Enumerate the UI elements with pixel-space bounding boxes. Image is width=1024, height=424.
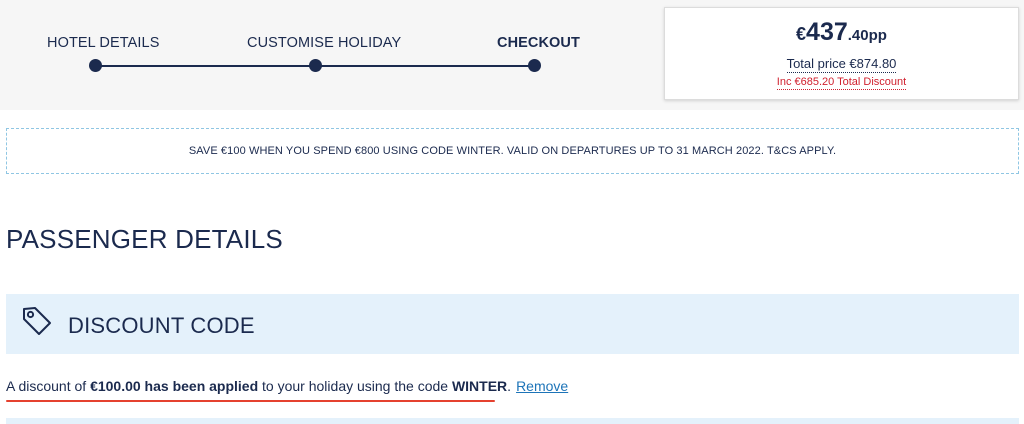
step-customise-holiday-dot[interactable] (309, 59, 322, 72)
step-hotel-details-label[interactable]: HOTEL DETAILS (47, 35, 160, 51)
price-fraction: .40pp (847, 27, 887, 44)
promo-banner: SAVE €100 WHEN YOU SPEND €800 USING CODE… (6, 128, 1019, 174)
total-discount-text[interactable]: Inc €685.20 Total Discount (776, 76, 907, 90)
discount-code-title: DISCOUNT CODE (68, 313, 255, 338)
step-checkout-label: CHECKOUT (497, 35, 580, 51)
step-customise-holiday-label[interactable]: CUSTOMISE HOLIDAY (247, 35, 401, 51)
total-discount[interactable]: Inc €685.20 Total Discount (665, 76, 1018, 90)
price-summary-box: €437.40pp Total price €874.80 Inc €685.2… (664, 7, 1019, 100)
remove-discount-link[interactable]: Remove (516, 378, 568, 394)
discount-applied-message: A discount of €100.00 has been applied t… (6, 378, 568, 394)
price-currency: € (796, 24, 807, 44)
discount-code-value: WINTER (451, 378, 508, 394)
discount-code-panel[interactable]: DISCOUNT CODE (6, 294, 1019, 354)
price-whole: 437 (806, 18, 848, 46)
tag-icon (23, 307, 51, 335)
discount-amount: €100.00 has been applied (90, 378, 259, 394)
booking-progress-stepper: HOTEL DETAILS CUSTOMISE HOLIDAY CHECKOUT (0, 0, 640, 110)
step-checkout-dot (528, 59, 541, 72)
price-per-person: €437.40pp (665, 18, 1018, 47)
page-title: PASSENGER DETAILS (6, 224, 283, 254)
applied-highlight-underline (6, 400, 495, 402)
promo-text: SAVE €100 WHEN YOU SPEND €800 USING CODE… (188, 145, 837, 157)
step-hotel-details-dot[interactable] (89, 59, 102, 72)
discount-message-post: . (507, 378, 512, 394)
discount-message-pre: A discount of (6, 378, 91, 394)
total-price[interactable]: Total price €874.80 (665, 56, 1018, 73)
next-panel-edge (6, 418, 1019, 424)
total-price-text[interactable]: Total price €874.80 (786, 56, 897, 73)
discount-message-mid: to your holiday using the code (258, 378, 452, 394)
